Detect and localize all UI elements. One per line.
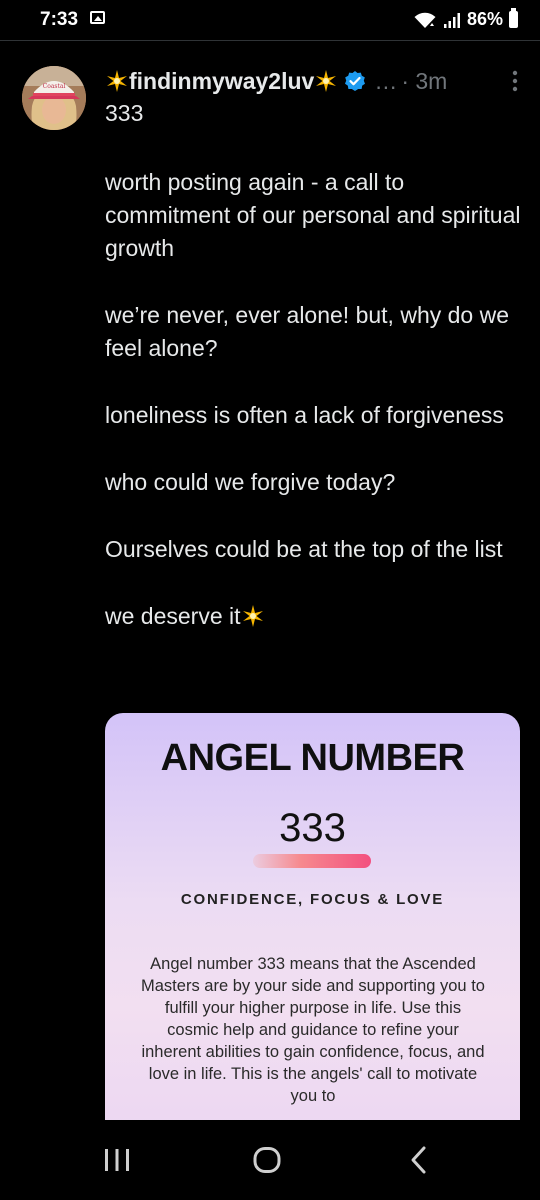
sparkle-icon: [316, 70, 337, 92]
card-text: Angel number 333 means that the Ascended…: [141, 955, 485, 1105]
recent-apps-icon[interactable]: [103, 1147, 131, 1173]
card-subtitle: CONFIDENCE, FOCUS & LOVE: [180, 891, 445, 908]
sparkle-icon: [107, 70, 127, 92]
divider: [0, 40, 540, 41]
sparkle-icon: [242, 605, 263, 627]
navigation-bar: [0, 1120, 540, 1200]
avatar[interactable]: Coastal: [22, 66, 86, 130]
card-title: ANGEL NUMBER: [160, 737, 465, 779]
battery-percent: 86%: [466, 9, 503, 29]
post-text: 333 worth posting again - a call to comm…: [105, 97, 525, 667]
post-last-line: we deserve it: [105, 600, 525, 633]
post-time[interactable]: · 3m: [401, 68, 447, 95]
post-paragraph: we deserve it: [105, 603, 241, 629]
gallery-icon: [90, 11, 105, 24]
status-right: 86%: [413, 8, 518, 30]
battery-icon: [509, 8, 518, 28]
post-header: findinmyway2luv … · 3m: [105, 64, 525, 98]
post-paragraph: worth posting again - a call to commitme…: [105, 169, 521, 261]
home-icon[interactable]: [253, 1147, 281, 1173]
post-paragraph: who could we forgive today?: [105, 469, 396, 495]
post-paragraph: 333: [105, 100, 144, 126]
author-name[interactable]: findinmyway2luv: [129, 68, 314, 95]
back-icon[interactable]: [407, 1145, 431, 1175]
signal-icon: [443, 11, 461, 29]
post-image[interactable]: ANGEL NUMBER 333 CONFIDENCE, FOCUS & LOV…: [105, 713, 520, 1133]
card-number: 333: [279, 806, 346, 850]
status-time: 7:33: [40, 9, 79, 30]
verified-badge-icon: [345, 71, 366, 91]
card-underline: [253, 854, 371, 868]
status-bar: 7:33 86%: [0, 0, 540, 40]
avatar-image: Coastal: [22, 66, 86, 130]
ellipsis: …: [374, 67, 398, 94]
more-options-icon[interactable]: [505, 68, 525, 94]
svg-text:Coastal: Coastal: [43, 83, 66, 90]
post-paragraph: we’re never, ever alone! but, why do we …: [105, 302, 510, 361]
post-paragraph: Ourselves could be at the top of the lis…: [105, 536, 503, 562]
post-paragraph: loneliness is often a lack of forgivenes…: [105, 402, 504, 428]
wifi-icon: [413, 10, 437, 30]
